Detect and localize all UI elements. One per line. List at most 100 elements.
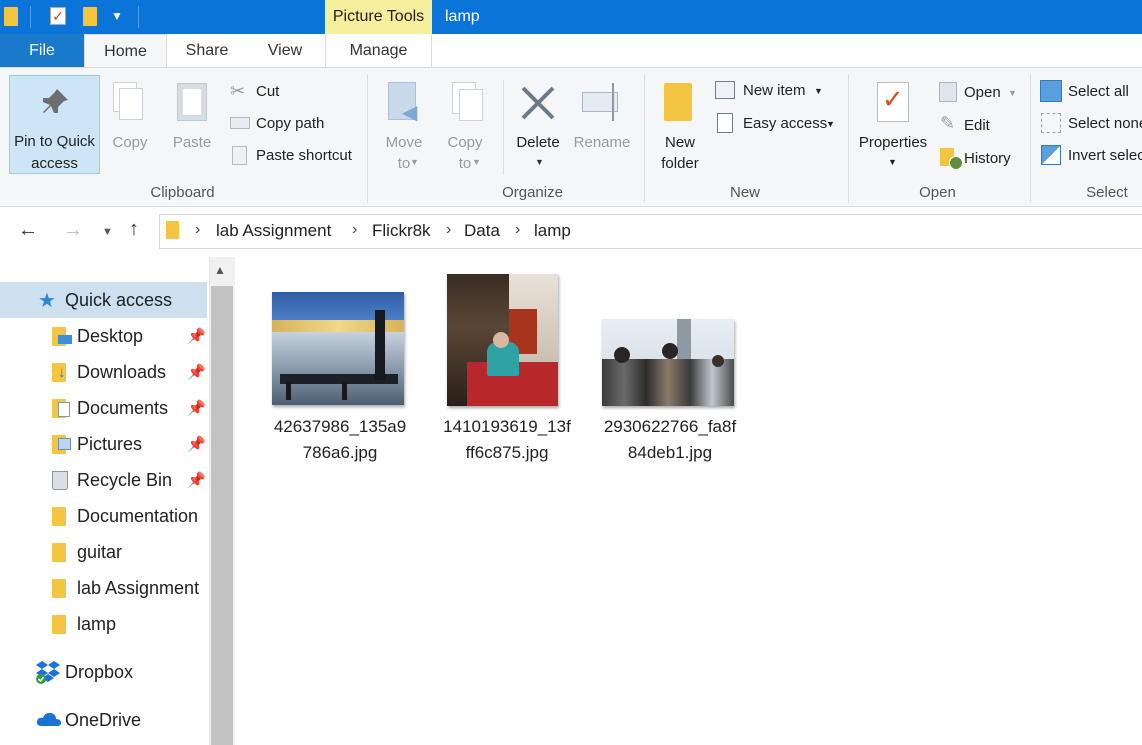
rename-label: Rename	[573, 134, 631, 151]
select-all-button[interactable]: Select all	[1068, 83, 1129, 100]
dropbox-icon	[36, 661, 60, 684]
tab-manage[interactable]: Manage	[325, 34, 432, 68]
delete-x-icon	[521, 86, 555, 120]
new-folder-button[interactable]: New folder	[654, 80, 706, 174]
group-separator	[367, 74, 368, 202]
breadcrumb-item[interactable]: lamp	[534, 221, 571, 241]
scissors-icon: ✂	[230, 81, 246, 101]
nav-item-label: Dropbox	[65, 662, 134, 682]
breadcrumb-item[interactable]: Data	[464, 221, 500, 241]
file-name-line1: 2930622766_fa8f	[603, 417, 737, 436]
nav-item-label: Documentation	[77, 506, 199, 526]
back-arrow-icon[interactable]: ←	[18, 219, 38, 242]
desktop-icon	[58, 335, 72, 344]
tab-share[interactable]: Share	[167, 34, 247, 68]
folder-icon[interactable]	[4, 7, 18, 26]
file-name-line1: 42637986_135a9	[273, 417, 407, 436]
move-to-button[interactable]: ◀ Move to ▼	[380, 80, 430, 172]
rename-cursor	[612, 83, 614, 121]
properties-button[interactable]: ✓ Properties ▼	[856, 80, 930, 172]
chevron-down-icon[interactable]: ▼	[111, 9, 123, 23]
forward-arrow-icon[interactable]: →	[63, 219, 83, 242]
pin-icon[interactable]: 📌	[187, 435, 206, 453]
chevron-down-icon: ▼	[888, 157, 897, 167]
group-label-organize: Organize	[502, 184, 563, 201]
recycle-bin-icon	[52, 471, 68, 490]
chevron-down-icon: ▼	[1008, 88, 1017, 98]
new-item-icon	[715, 81, 735, 99]
scroll-up-chevron-icon[interactable]: ▲	[214, 263, 226, 277]
nav-item-label: lab Assignment	[77, 578, 200, 598]
history-clock-icon	[949, 156, 963, 170]
tab-file[interactable]: File	[0, 34, 84, 68]
delete-button[interactable]: Delete ▼	[512, 80, 566, 172]
invert-selection-button[interactable]: Invert selection	[1068, 147, 1142, 164]
pin-icon[interactable]: 📌	[187, 327, 206, 345]
copy-button[interactable]: Copy	[105, 80, 155, 170]
rename-button[interactable]: Rename	[570, 80, 634, 151]
group-label-open: Open	[919, 184, 956, 201]
pin-icon[interactable]: 📌	[187, 363, 206, 381]
properties-icon[interactable]: ✓	[50, 7, 66, 25]
folder-icon	[52, 579, 66, 598]
paste-button[interactable]: Paste	[167, 80, 217, 170]
pin-to-quick-access-button[interactable]: Pin to Quick access	[9, 75, 100, 174]
nav-item-label: guitar	[77, 542, 123, 562]
paste-shortcut-icon	[232, 146, 247, 165]
organize-inner-separator	[503, 80, 504, 175]
easy-access-button[interactable]: Easy access	[743, 115, 827, 132]
group-label-new: New	[729, 184, 760, 201]
arrow-left-icon: ◀	[402, 102, 418, 124]
edit-button[interactable]: Edit	[964, 117, 990, 134]
up-arrow-icon[interactable]: ↑	[129, 218, 139, 241]
tab-view[interactable]: View	[247, 34, 323, 68]
scrollbar-thumb[interactable]	[211, 286, 233, 745]
file-name-line2: ff6c875.jpg	[465, 443, 549, 462]
group-label-clipboard: Clipboard	[150, 184, 215, 201]
folder-icon	[52, 543, 66, 562]
recent-locations-chevron-icon[interactable]: ▼	[102, 226, 113, 238]
breadcrumb-item[interactable]: lab Assignment	[216, 221, 331, 241]
open-icon	[939, 82, 957, 102]
move-to-label-2: to	[397, 155, 411, 172]
chevron-down-icon: ▼	[472, 157, 481, 167]
file-name-line2: 84deb1.jpg	[627, 443, 713, 462]
new-folder-icon[interactable]	[83, 7, 97, 26]
document-icon	[58, 402, 70, 417]
folder-icon	[52, 615, 66, 634]
cut-button[interactable]: Cut	[256, 83, 279, 100]
select-none-button[interactable]: Select none	[1068, 115, 1142, 132]
breadcrumb-chevron-icon[interactable]: ›	[515, 221, 520, 239]
image-thumbnail	[602, 319, 734, 406]
chevron-down-icon: ▼	[535, 157, 544, 167]
new-folder-label-2: folder	[661, 155, 699, 172]
checkmark-icon: ✓	[882, 84, 904, 114]
copy-path-icon	[230, 117, 250, 129]
history-button[interactable]: History	[964, 150, 1011, 167]
chevron-down-icon: ▼	[814, 86, 823, 96]
pin-icon[interactable]: 📌	[187, 471, 206, 489]
pin-icon[interactable]: 📌	[187, 399, 206, 417]
breadcrumb-chevron-icon[interactable]: ›	[446, 221, 451, 239]
new-folder-label-1: New	[664, 134, 695, 151]
pin-icon	[43, 89, 68, 113]
clipboard-paper	[183, 89, 201, 115]
star-icon: ★	[38, 290, 56, 312]
window-title: lamp	[445, 8, 480, 25]
new-item-button[interactable]: New item	[743, 82, 806, 99]
open-button[interactable]: Open	[964, 84, 1001, 101]
easy-access-icon	[717, 113, 733, 133]
image-thumbnail	[447, 274, 558, 406]
nav-item-label: Documents	[77, 398, 169, 418]
copy-to-button[interactable]: Copy to ▼	[442, 80, 492, 172]
breadcrumb-chevron-icon[interactable]: ›	[352, 221, 357, 239]
copy-path-button[interactable]: Copy path	[256, 115, 324, 132]
breadcrumb-item[interactable]: Flickr8k	[372, 221, 431, 241]
edit-icon: ✎	[940, 113, 956, 133]
breadcrumb-chevron-icon[interactable]: ›	[195, 221, 200, 239]
move-to-label-1: Move	[385, 134, 423, 151]
onedrive-cloud-icon	[36, 712, 61, 726]
paste-shortcut-button[interactable]: Paste shortcut	[256, 147, 352, 164]
tab-home[interactable]: Home	[84, 34, 167, 68]
group-separator	[1030, 74, 1031, 202]
